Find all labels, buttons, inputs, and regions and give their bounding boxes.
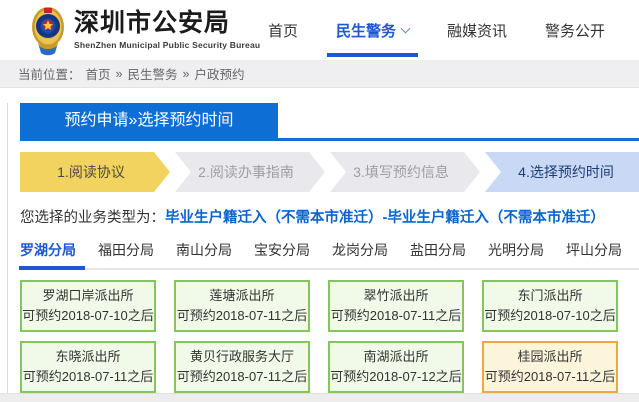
station-availability: 可预约2018-07-11之后 [331, 306, 462, 326]
station-name: 翠竹派出所 [363, 286, 428, 306]
district-tabs: 罗湖分局 福田分局 南山分局 宝安分局 龙岗分局 盐田分局 光明分局 坪山分局 [20, 240, 639, 270]
nav-item-media-news[interactable]: 融媒资讯 [428, 0, 526, 60]
breadcrumb-separator: » [116, 67, 123, 81]
breadcrumb-item-home[interactable]: 首页 [86, 64, 111, 83]
station-name: 罗湖口岸派出所 [42, 286, 133, 306]
breadcrumb-separator: » [183, 67, 190, 81]
station-card-nanhu[interactable]: 南湖派出所 可预约2018-07-12之后 [328, 341, 464, 393]
site-title: 深圳市公安局 [74, 10, 260, 38]
station-card-dongxiao[interactable]: 东晓派出所 可预约2018-07-11之后 [20, 341, 156, 393]
district-tab-baoan[interactable]: 宝安分局 [254, 240, 311, 268]
station-name: 南湖派出所 [363, 347, 428, 367]
breadcrumb: 当前位置： 首页 » 民生警务 » 户政预约 [0, 60, 639, 88]
brand: 深圳市公安局 ShenZhen Municipal Public Securit… [74, 10, 260, 51]
station-availability: 可预约2018-07-11之后 [485, 367, 616, 387]
district-tab-longgang[interactable]: 龙岗分局 [332, 240, 389, 268]
site-header: 深圳市公安局 ShenZhen Municipal Public Securit… [0, 0, 639, 60]
breadcrumb-prefix: 当前位置： [18, 64, 81, 83]
station-availability: 可预约2018-07-11之后 [177, 306, 308, 326]
page-tab-title: 预约申请»选择预约时间 [20, 103, 278, 138]
station-name: 东门派出所 [517, 286, 582, 306]
district-tab-nanshan[interactable]: 南山分局 [176, 240, 233, 268]
station-availability: 可预约2018-07-11之后 [177, 367, 308, 387]
main-nav: 首页 民生警务 融媒资讯 警务公开 警民互动 [249, 0, 639, 60]
station-card-cuizhu[interactable]: 翠竹派出所 可预约2018-07-11之后 [328, 280, 464, 332]
next-section-edge [0, 393, 639, 402]
station-card-dongmen[interactable]: 东门派出所 可预约2018-07-10之后 [482, 280, 618, 332]
business-type-label: 您选择的业务类型为： [20, 210, 165, 226]
district-tab-luohu[interactable]: 罗湖分局 [20, 240, 77, 268]
station-card-guiyuan[interactable]: 桂园派出所 可预约2018-07-11之后 [482, 341, 618, 393]
progress-steps: 1.阅读协议 2.阅读办事指南 3.填写预约信息 4.选择预约时间 [20, 152, 639, 192]
nav-item-label: 警务公开 [545, 20, 605, 41]
business-type-line: 您选择的业务类型为：毕业生户籍迁入（不需本市准迁）-毕业生户籍迁入（不需本市准迁… [20, 206, 639, 227]
step-3-fill-info: 3.填写预约信息 [330, 152, 480, 192]
station-name: 桂园派出所 [517, 347, 582, 367]
nav-item-label: 首页 [268, 20, 298, 41]
district-tab-pingshan[interactable]: 坪山分局 [566, 240, 623, 268]
station-availability: 可预约2018-07-11之后 [23, 367, 154, 387]
station-availability: 可预约2018-07-12之后 [330, 367, 462, 387]
nav-item-label: 民生警务 [336, 20, 396, 41]
nav-item-police-affairs[interactable]: 警务公开 [526, 0, 624, 60]
district-tab-futian[interactable]: 福田分局 [98, 240, 155, 268]
step-1-read-agreement: 1.阅读协议 [20, 152, 170, 192]
site-subtitle: ShenZhen Municipal Public Security Burea… [74, 40, 260, 50]
step-2-read-guide: 2.阅读办事指南 [175, 152, 325, 192]
station-name: 黄贝行政服务大厅 [190, 347, 294, 367]
nav-item-label: 融媒资讯 [447, 20, 507, 41]
district-tab-guangming[interactable]: 光明分局 [488, 240, 545, 268]
police-badge-icon [31, 5, 65, 57]
district-tab-yantian[interactable]: 盐田分局 [410, 240, 467, 268]
station-card-luohu-port[interactable]: 罗湖口岸派出所 可预约2018-07-10之后 [20, 280, 156, 332]
step-4-choose-time: 4.选择预约时间 [485, 152, 639, 192]
page-tab-bar: 预约申请»选择预约时间 [20, 103, 639, 141]
nav-item-home[interactable]: 首页 [249, 0, 317, 60]
chevron-down-icon [401, 23, 411, 33]
breadcrumb-item-household-appointment: 户政预约 [194, 64, 244, 83]
station-card-huangbei-admin-hall[interactable]: 黄贝行政服务大厅 可预约2018-07-11之后 [174, 341, 310, 393]
station-card-grid: 罗湖口岸派出所 可预约2018-07-10之后 莲塘派出所 可预约2018-07… [20, 280, 639, 393]
content-panel: 预约申请»选择预约时间 1.阅读协议 2.阅读办事指南 3.填写预约信息 4.选… [7, 103, 639, 402]
nav-item-police-public-interaction[interactable]: 警民互动 [624, 0, 639, 60]
business-type-value: 毕业生户籍迁入（不需本市准迁）-毕业生户籍迁入（不需本市准迁） [165, 210, 605, 226]
station-card-liantang[interactable]: 莲塘派出所 可预约2018-07-11之后 [174, 280, 310, 332]
station-availability: 可预约2018-07-10之后 [22, 306, 154, 326]
station-name: 东晓派出所 [55, 347, 120, 367]
breadcrumb-item-civil-services[interactable]: 民生警务 [127, 64, 177, 83]
station-availability: 可预约2018-07-10之后 [484, 306, 616, 326]
station-name: 莲塘派出所 [209, 286, 274, 306]
nav-item-civil-services[interactable]: 民生警务 [317, 0, 428, 60]
